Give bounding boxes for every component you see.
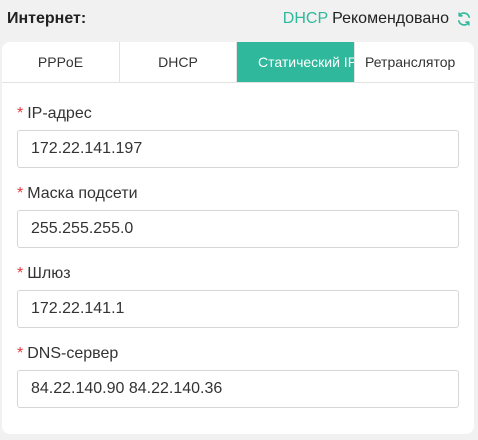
ip-address-label-text: IP-адрес: [27, 105, 92, 122]
subnet-mask-label: * Маска подсети: [17, 184, 461, 204]
required-mark: *: [17, 345, 24, 362]
tab-pppoe[interactable]: PPPoE: [2, 42, 120, 82]
required-mark: *: [17, 185, 24, 202]
refresh-icon[interactable]: [456, 11, 472, 27]
tab-static-ip[interactable]: Статический IP: [237, 42, 355, 82]
subnet-mask-input[interactable]: [17, 210, 459, 248]
ip-address-input[interactable]: [17, 130, 459, 168]
recommended-mode: DHCP Рекомендовано: [283, 10, 472, 28]
dns-server-label: * DNS-сервер: [17, 344, 461, 364]
required-mark: *: [17, 265, 24, 282]
settings-card: PPPoE DHCP Статический IP Ретранслятор *…: [2, 42, 474, 434]
recommended-mode-name: DHCP: [282, 10, 329, 27]
dns-server-input[interactable]: [17, 370, 459, 408]
header: Интернет: DHCP Рекомендовано: [0, 0, 478, 40]
gateway-label: * Шлюз: [17, 264, 461, 284]
recommended-text: Рекомендовано: [332, 10, 449, 27]
gateway-label-text: Шлюз: [27, 265, 71, 282]
tab-dhcp[interactable]: DHCP: [120, 42, 237, 82]
subnet-mask-field: * Маска подсети: [17, 184, 461, 248]
tab-repeater[interactable]: Ретранслятор: [355, 42, 474, 82]
ip-address-label: * IP-адрес: [17, 104, 461, 124]
page: Интернет: DHCP Рекомендовано PPPoE DHCP …: [0, 0, 478, 440]
required-mark: *: [17, 105, 24, 122]
subnet-mask-label-text: Маска подсети: [27, 185, 138, 202]
dns-server-field: * DNS-сервер: [17, 344, 461, 408]
gateway-input[interactable]: [17, 290, 459, 328]
gateway-field: * Шлюз: [17, 264, 461, 328]
internet-label: Интернет:: [7, 10, 87, 27]
dns-server-label-text: DNS-сервер: [27, 345, 119, 362]
ip-address-field: * IP-адрес: [17, 104, 461, 168]
connection-type-tabs: PPPoE DHCP Статический IP Ретранслятор: [2, 42, 474, 83]
